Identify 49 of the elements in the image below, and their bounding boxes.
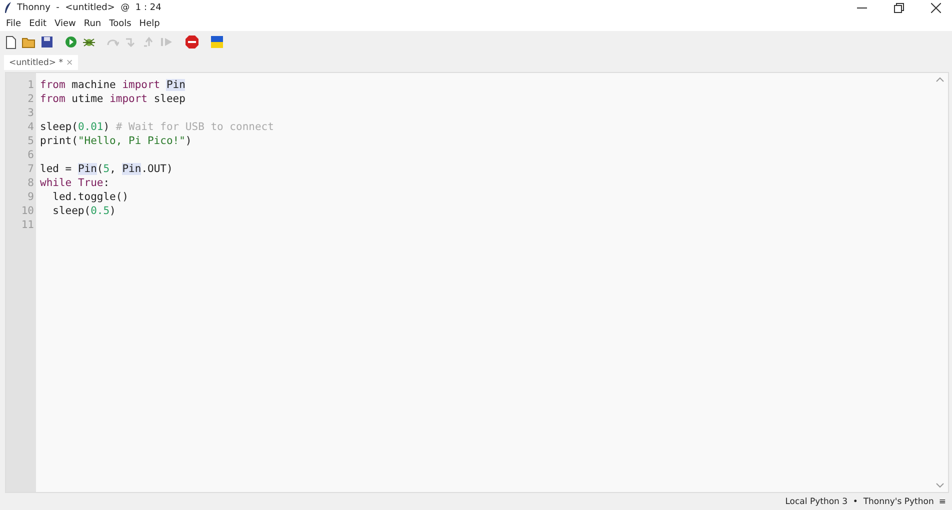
- resume-icon: [161, 37, 173, 47]
- feather-icon: [4, 2, 12, 14]
- tab-label: <untitled> *: [9, 58, 63, 68]
- code-line: sleep(0.5): [52, 205, 116, 217]
- document-icon: [6, 36, 16, 48]
- menu-item[interactable]: View: [52, 18, 81, 28]
- menu-item[interactable]: Tools: [106, 18, 136, 28]
- code-line: from utime import sleep: [40, 93, 186, 105]
- toolbar-button[interactable]: [4, 33, 18, 51]
- stop-sign-icon: [185, 35, 199, 49]
- folder-icon: [22, 36, 35, 48]
- status-menu-button[interactable]: ≡: [938, 496, 946, 506]
- floppy-icon: [41, 36, 53, 48]
- line-number: 5: [26, 134, 35, 148]
- code-line: led.toggle(): [52, 191, 129, 203]
- line-number: 1: [26, 78, 35, 92]
- line-number: 6: [26, 148, 35, 162]
- line-number: 4: [26, 120, 35, 134]
- line-number: 3: [26, 106, 35, 120]
- code-line: led = Pin(5, Pin.OUT): [40, 163, 173, 175]
- scroll-down-icon: [936, 483, 944, 488]
- flag-icon: [211, 36, 223, 48]
- step-out-icon: [143, 37, 155, 47]
- code-line: print("Hello, Pi Pico!"): [40, 135, 192, 147]
- line-number: 10: [20, 204, 35, 218]
- line-number: 9: [26, 190, 35, 204]
- line-number: 2: [26, 92, 35, 106]
- window-title: Thonny - <untitled> @ 1 : 24: [17, 3, 162, 13]
- restore-icon: [894, 3, 904, 13]
- toolbar-button[interactable]: [209, 33, 225, 51]
- menu-item[interactable]: Run: [80, 18, 106, 28]
- code-line: from machine import Pin: [40, 79, 186, 91]
- toolbar-button[interactable]: [183, 33, 201, 51]
- step-over-icon: [107, 37, 119, 47]
- scroll-up-icon: [936, 77, 944, 82]
- code-line: while True:: [40, 177, 110, 189]
- menu-item[interactable]: Help: [136, 18, 165, 28]
- interpreter-status[interactable]: Local Python 3 • Thonny's Python: [785, 496, 934, 506]
- code-line: sleep(0.01) # Wait for USB to connect: [40, 121, 274, 133]
- line-number: 7: [26, 162, 35, 176]
- editor-tab[interactable]: <untitled> * ×: [4, 55, 78, 70]
- menu-item[interactable]: File: [3, 18, 26, 28]
- line-number: 8: [26, 176, 35, 190]
- menu-item[interactable]: Edit: [26, 18, 52, 28]
- play-icon: [65, 36, 77, 48]
- close-icon: [931, 3, 941, 13]
- bug-icon: [83, 36, 95, 48]
- step-into-icon: [125, 37, 137, 47]
- line-number: 11: [20, 218, 35, 232]
